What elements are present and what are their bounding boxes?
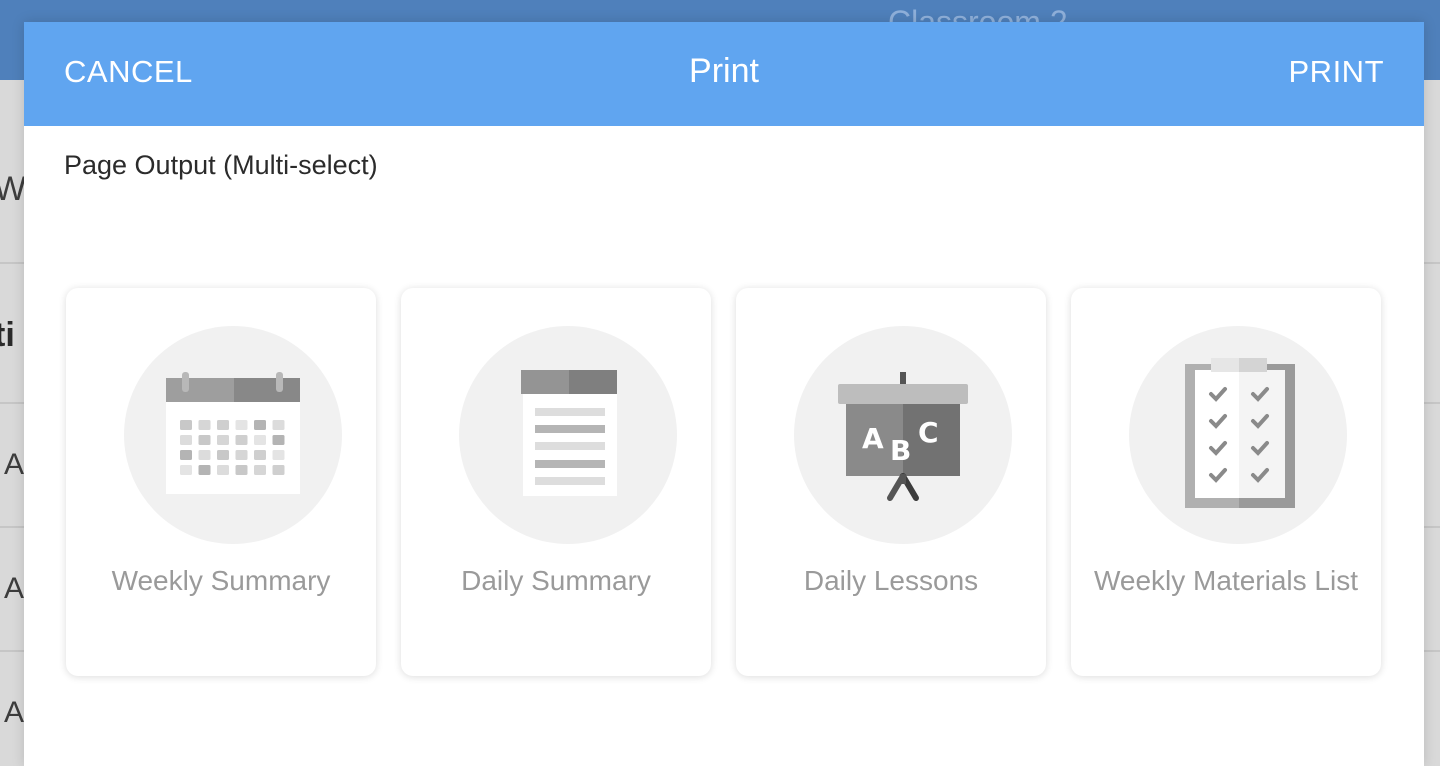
- dialog-toolbar: CANCEL Print PRINT: [24, 22, 1424, 126]
- option-label: Daily Lessons: [803, 565, 979, 596]
- option-label: Weekly Materials List: [1093, 565, 1358, 596]
- icon-circle: [459, 326, 677, 544]
- icon-circle: [124, 326, 342, 544]
- page-output-label: Page Output (Multi-select): [64, 150, 378, 180]
- option-label: Weekly Summary: [111, 565, 331, 596]
- background-text-fragment: A: [4, 696, 25, 729]
- background-text-fragment: ti: [0, 316, 15, 354]
- background-text-fragment: A: [4, 572, 25, 605]
- checklist-clipboard-icon: [1185, 358, 1295, 508]
- background-text-fragment: A: [4, 448, 25, 481]
- print-dialog: CANCEL Print PRINT Page Output (Multi-se…: [24, 22, 1424, 766]
- option-label: Daily Summary: [461, 565, 651, 596]
- icon-circle: [1129, 326, 1347, 544]
- print-button[interactable]: PRINT: [1289, 54, 1385, 90]
- svg-text:A: A: [862, 422, 884, 455]
- option-weekly-materials-list[interactable]: Weekly Materials List: [1071, 288, 1381, 676]
- option-daily-summary[interactable]: Daily Summary: [401, 288, 711, 676]
- weekly-calendar-icon: [166, 372, 300, 494]
- dialog-title: Print: [689, 52, 759, 90]
- svg-text:B: B: [890, 434, 911, 467]
- background-text-fragment: W: [0, 170, 27, 208]
- daily-summary-document-icon: [521, 370, 617, 496]
- svg-text:C: C: [918, 416, 939, 449]
- abc-presentation-board-icon: A B C: [838, 372, 968, 501]
- option-weekly-summary[interactable]: Weekly Summary: [66, 288, 376, 676]
- icon-circle: A B C: [794, 326, 1012, 544]
- option-daily-lessons[interactable]: A B C Daily Lessons: [736, 288, 1046, 676]
